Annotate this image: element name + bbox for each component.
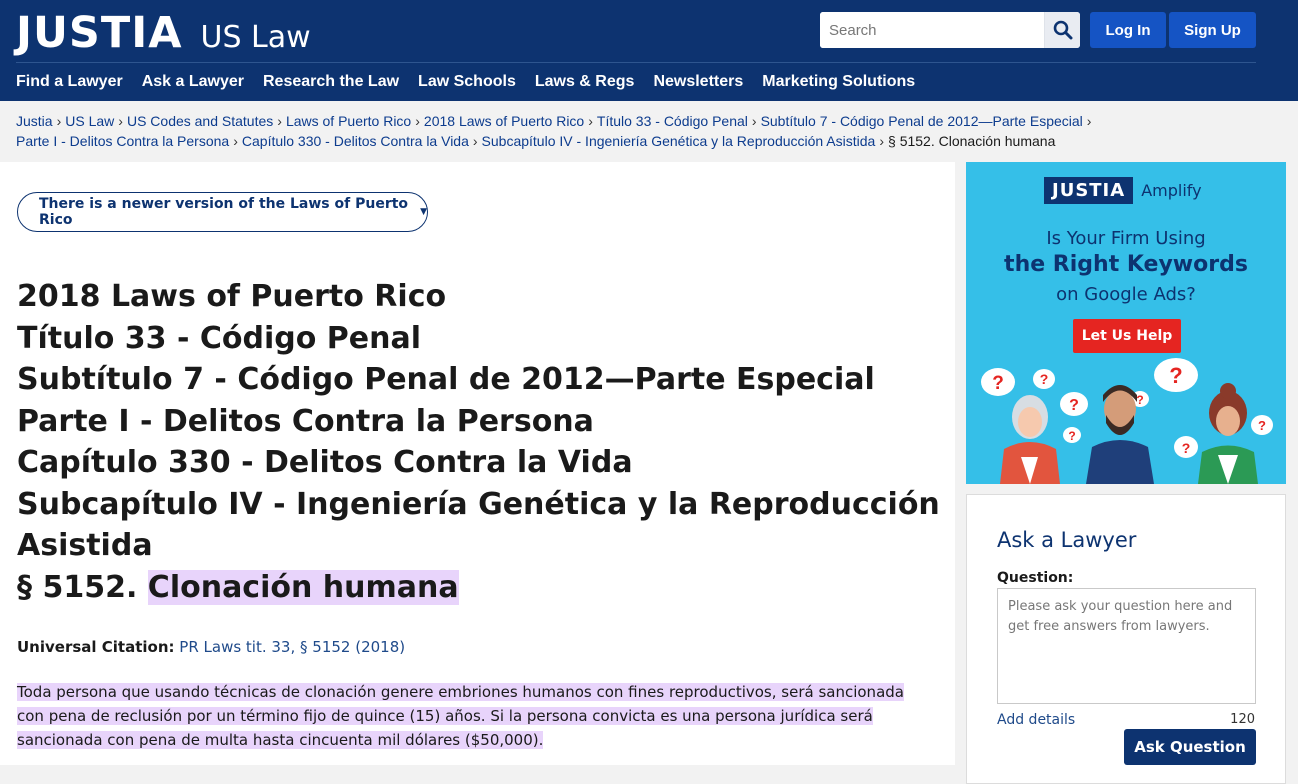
person-figure [1198,383,1258,484]
breadcrumb-link[interactable]: Justia [16,113,53,129]
section-number: § 5152. [17,569,138,605]
title-line: Capítulo 330 - Delitos Contra la Vida [17,445,633,480]
caret-down-icon: ▼ [420,207,427,217]
question-bubble-icon: ? [1063,427,1081,443]
title-line: Subtítulo 7 - Código Penal de 2012—Parte… [17,362,875,397]
page-title: 2018 Laws of Puerto Rico Título 33 - Cód… [17,276,940,608]
question-bubble-icon: ? [1251,415,1273,435]
question-bubble-icon: ? [1154,358,1198,392]
signup-button[interactable]: Sign Up [1169,12,1256,48]
title-line: Asistida [17,528,153,563]
question-bubble-icon: ? [1174,436,1198,458]
breadcrumb-link[interactable]: Laws of Puerto Rico [286,113,411,129]
main-nav: Find a Lawyer Ask a Lawyer Research the … [16,73,934,91]
header-divider [16,62,1256,63]
breadcrumb-link[interactable]: Subtítulo 7 - Código Penal de 2012—Parte… [761,113,1083,129]
statute-text: Toda persona que usando técnicas de clon… [17,680,912,752]
breadcrumb-separator: › [751,113,757,129]
citation-label: Universal Citation: [17,638,175,656]
nav-law-schools[interactable]: Law Schools [418,73,516,91]
question-mark: ? [1040,371,1049,387]
title-line: Subcapítulo IV - Ingeniería Genética y l… [17,486,940,522]
question-mark: ? [1182,440,1191,456]
question-mark: ? [1258,418,1266,433]
question-bubble-icon: ? [1033,369,1055,389]
nav-research-the-law[interactable]: Research the Law [263,73,399,91]
breadcrumb-link[interactable]: Capítulo 330 - Delitos Contra la Vida [242,133,469,149]
breadcrumb-separator: › [472,133,478,149]
breadcrumb-separator: › [415,113,420,129]
citation-value[interactable]: PR Laws tit. 33, § 5152 (2018) [179,638,405,656]
amplify-logo: JUSTIA Amplify [1044,177,1202,204]
ask-question-button[interactable]: Ask Question [1124,729,1256,765]
newer-version-dropdown[interactable]: There is a newer version of the Laws of … [17,192,428,232]
people-illustration: ? ? ? ? ? ? ? ? [981,358,1273,484]
breadcrumb-link[interactable]: Parte I - Delitos Contra la Persona [16,133,229,149]
logo-wordmark: JUSTIA [16,8,183,58]
breadcrumb-current: § 5152. Clonación humana [888,133,1056,149]
search-button[interactable] [1044,12,1080,48]
breadcrumb-link[interactable]: US Codes and Statutes [127,113,273,129]
breadcrumb-link[interactable]: US Law [65,113,114,129]
question-mark: ? [992,373,1004,394]
ask-a-lawyer-title: Ask a Lawyer [997,528,1137,552]
let-us-help-button[interactable]: Let Us Help [1073,319,1181,353]
breadcrumb-separator: › [233,133,238,149]
breadcrumb-link[interactable]: Subcapítulo IV - Ingeniería Genética y l… [482,133,876,149]
section-title: § 5152. Clonación humana [17,567,940,609]
title-line: 2018 Laws of Puerto Rico [17,279,447,314]
main-content: There is a newer version of the Laws of … [0,162,955,765]
ask-a-lawyer-widget: Ask a Lawyer Question: Add details 120 A… [966,494,1286,784]
ad-logo-box: JUSTIA [1044,177,1134,204]
search-box [820,12,1080,48]
statute-line: Toda persona que usando técnicas de clon… [17,683,904,701]
ad-headline-3: on Google Ads? [1056,284,1196,305]
justia-logo[interactable]: JUSTIA US Law [16,8,311,58]
nav-ask-a-lawyer[interactable]: Ask a Lawyer [142,73,244,91]
newer-version-label: There is a newer version of the Laws of … [39,196,409,228]
question-mark: ? [1169,363,1182,388]
nav-find-a-lawyer[interactable]: Find a Lawyer [16,73,123,91]
section-name: Clonación humana [147,569,459,605]
universal-citation: Universal Citation: PR Laws tit. 33, § 5… [17,638,405,656]
search-icon [1053,20,1072,40]
nav-laws-regs[interactable]: Laws & Regs [535,73,635,91]
site-header: JUSTIA US Law Log In Sign Up Find a Lawy… [0,0,1298,101]
breadcrumb-separator: › [118,113,123,129]
breadcrumb-separator: › [56,113,62,129]
question-mark: ? [1069,397,1079,414]
question-label: Question: [997,570,1074,586]
statute-line: sancionada con pena de multa hasta cincu… [17,731,544,749]
statute-line: con pena de reclusión por un término fij… [17,707,873,725]
logo-subtitle: US Law [200,20,311,55]
ad-logo-word: Amplify [1141,181,1202,200]
breadcrumb-separator: › [879,133,885,149]
nav-marketing-solutions[interactable]: Marketing Solutions [762,73,915,91]
character-count: 120 [1230,712,1255,727]
title-line: Título 33 - Código Penal [17,320,422,356]
search-input[interactable] [820,12,1044,48]
person-figure [1000,395,1060,484]
nav-newsletters[interactable]: Newsletters [653,73,743,91]
breadcrumb-link[interactable]: 2018 Laws of Puerto Rico [424,113,584,129]
breadcrumb-separator: › [1086,113,1092,129]
breadcrumb-separator: › [277,113,282,129]
login-button[interactable]: Log In [1090,12,1166,48]
question-input[interactable] [997,588,1256,704]
breadcrumb: Justia › US Law › US Codes and Statutes › Laws… [16,111,1256,151]
breadcrumb-separator: › [588,113,593,129]
ad-headline-2: the Right Keywords [1004,252,1248,277]
question-bubble-icon: ? [981,368,1015,396]
breadcrumb-link[interactable]: Título 33 - Código Penal [597,113,748,129]
title-line: Parte I - Delitos Contra la Persona [17,403,594,439]
ad-headline-1: Is Your Firm Using [1046,228,1206,249]
add-details-link[interactable]: Add details [997,712,1075,728]
question-mark: ? [1068,429,1075,443]
question-bubble-icon: ? [1060,392,1088,416]
question-mark: ? [1136,393,1143,407]
amplify-ad[interactable]: JUSTIA Amplify Is Your Firm Using the Ri… [966,162,1286,484]
